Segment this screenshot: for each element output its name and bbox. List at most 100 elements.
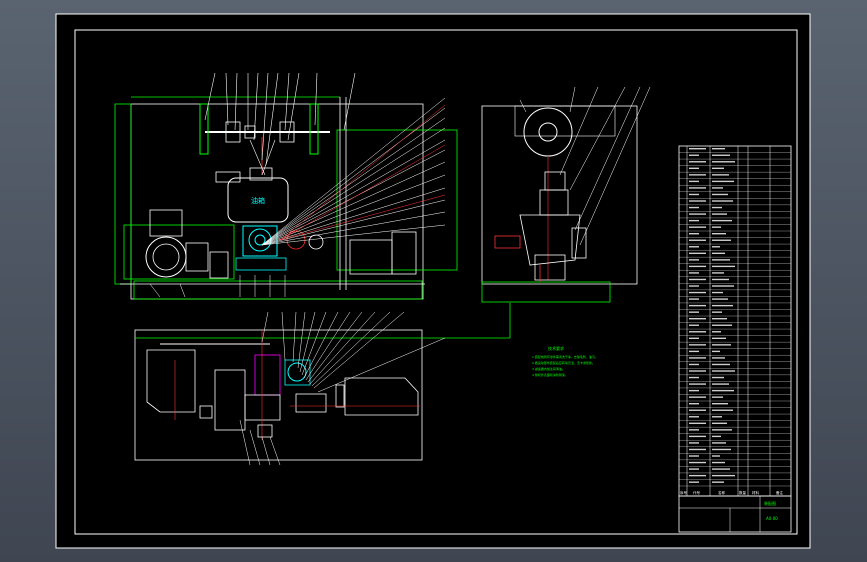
parts-list-row-mark — [712, 429, 732, 431]
parts-list-row-mark — [689, 363, 699, 366]
cad-drawing: 油箱 技术要求 1.装配前所有零件需清洗干净，去除毛刺、油污。 2.各运动部件装… — [55, 13, 811, 549]
parts-list-row-mark — [689, 357, 706, 359]
parts-list-row-mark — [689, 291, 706, 294]
parts-list-row-mark — [712, 278, 729, 281]
parts-list-row-mark — [689, 239, 706, 241]
parts-list-row-mark — [712, 291, 723, 294]
parts-list-row-mark — [712, 468, 730, 470]
parts-list-row-mark — [689, 304, 706, 307]
parts-list-row-mark — [712, 318, 727, 320]
parts-list-row-mark — [712, 285, 734, 287]
parts-list-row-mark — [689, 318, 706, 320]
title-block: 序号 代号 名称 数量 材料 备注 装配图 A0-00 — [678, 490, 792, 533]
parts-list-row-mark — [712, 246, 720, 248]
drawing-name: 装配图 — [764, 500, 776, 506]
parts-list-row-mark — [712, 167, 724, 170]
technical-notes: 技术要求 1.装配前所有零件需清洗干净，去除毛刺、油污。 2.各运动部件装配后应… — [532, 345, 598, 377]
parts-list-row-mark — [712, 324, 732, 326]
notes-line-4: 4.整机外表面喷涂防锈漆。 — [532, 372, 568, 377]
title-header-no: 序号 — [680, 490, 688, 495]
title-header-material: 材料 — [752, 490, 760, 495]
parts-list-row-mark — [712, 219, 732, 222]
parts-list-row-mark — [689, 272, 699, 274]
parts-list-row-mark — [712, 350, 720, 353]
parts-list-row-mark — [712, 435, 721, 438]
parts-list-row-mark — [712, 311, 722, 313]
parts-list-row-mark — [689, 481, 699, 483]
cad-viewport[interactable]: 油箱 技术要求 1.装配前所有零件需清洗干净，去除毛刺、油污。 2.各运动部件装… — [0, 0, 867, 562]
parts-list-row-mark — [712, 233, 726, 235]
parts-list-row-mark — [689, 180, 699, 183]
parts-list-row-mark — [712, 298, 728, 300]
parts-list-row-mark — [712, 200, 733, 202]
parts-list-row-mark — [712, 213, 727, 215]
parts-list-row-mark — [712, 389, 734, 392]
parts-list-row-mark — [689, 455, 699, 457]
parts-list-row-mark — [689, 161, 706, 163]
parts-list-row-mark — [689, 403, 699, 405]
parts-list-row-mark — [689, 383, 706, 385]
parts-list-row-mark — [689, 167, 699, 170]
parts-list-row-mark — [712, 331, 721, 333]
parts-list-row-mark — [689, 468, 699, 470]
parts-list-row-mark — [689, 148, 706, 150]
parts-list-row-mark — [689, 324, 699, 326]
parts-list-row-mark — [712, 148, 725, 150]
parts-list-row-mark — [712, 383, 729, 385]
parts-list-row-mark — [712, 422, 727, 425]
parts-list-row-mark — [689, 389, 699, 392]
parts-list — [678, 145, 792, 497]
parts-list-row-mark — [712, 474, 735, 477]
parts-list-row-mark — [712, 481, 724, 483]
parts-list-row-mark — [712, 461, 725, 464]
parts-list-row-mark — [689, 396, 706, 398]
parts-list-row-mark — [689, 219, 699, 222]
parts-list-row-mark — [712, 259, 730, 261]
parts-list-row-mark — [712, 161, 735, 163]
parts-list-row-mark — [712, 442, 726, 444]
parts-list-row-mark — [689, 376, 699, 379]
parts-list-row-mark — [689, 311, 699, 313]
inner-frame — [74, 29, 798, 535]
parts-list-row-mark — [712, 180, 734, 183]
parts-list-row-mark — [689, 233, 699, 235]
parts-list-row-mark — [689, 331, 706, 333]
parts-list-row-mark — [712, 206, 722, 209]
parts-list-row-mark — [689, 350, 699, 353]
parts-list-row-mark — [689, 193, 699, 196]
parts-list-row-mark — [689, 213, 706, 215]
side-view-outline — [481, 105, 638, 285]
parts-list-row-mark — [689, 259, 699, 261]
parts-list-row-mark — [712, 376, 724, 379]
title-header-name: 名称 — [718, 490, 726, 495]
parts-list-row-mark — [689, 429, 699, 431]
parts-list-row-mark — [689, 298, 699, 300]
parts-list-row-mark — [712, 154, 730, 156]
parts-list-row-mark — [689, 252, 706, 255]
parts-list-row-mark — [689, 422, 706, 425]
parts-list-row-mark — [689, 370, 706, 372]
parts-list-row-mark — [689, 206, 699, 209]
parts-list-row-mark — [689, 278, 706, 281]
parts-list-row-mark — [712, 265, 735, 268]
parts-list-row-mark — [689, 226, 706, 228]
parts-list-row-mark — [712, 448, 731, 451]
parts-list-row-mark — [689, 337, 699, 340]
oil-tank-label: 油箱 — [251, 196, 265, 205]
parts-list-row-mark — [712, 455, 720, 457]
drawing-number: A0-00 — [766, 516, 778, 521]
parts-list-row-mark — [689, 154, 699, 156]
side-view — [481, 86, 651, 303]
parts-list-row-mark — [689, 246, 699, 248]
title-header-qty: 数量 — [739, 490, 747, 495]
parts-list-row-mark — [689, 474, 706, 477]
plan-view — [134, 303, 511, 466]
parts-list-row-mark — [689, 200, 706, 202]
parts-list-row-mark — [689, 442, 699, 444]
parts-list-row-mark — [689, 416, 699, 418]
parts-list-row-mark — [712, 403, 728, 405]
notes-line-1: 1.装配前所有零件需清洗干净，去除毛刺、油污。 — [532, 354, 598, 359]
notes-title: 技术要求 — [548, 345, 564, 351]
parts-list-row-mark — [689, 461, 706, 464]
parts-list-row-mark — [712, 226, 721, 228]
